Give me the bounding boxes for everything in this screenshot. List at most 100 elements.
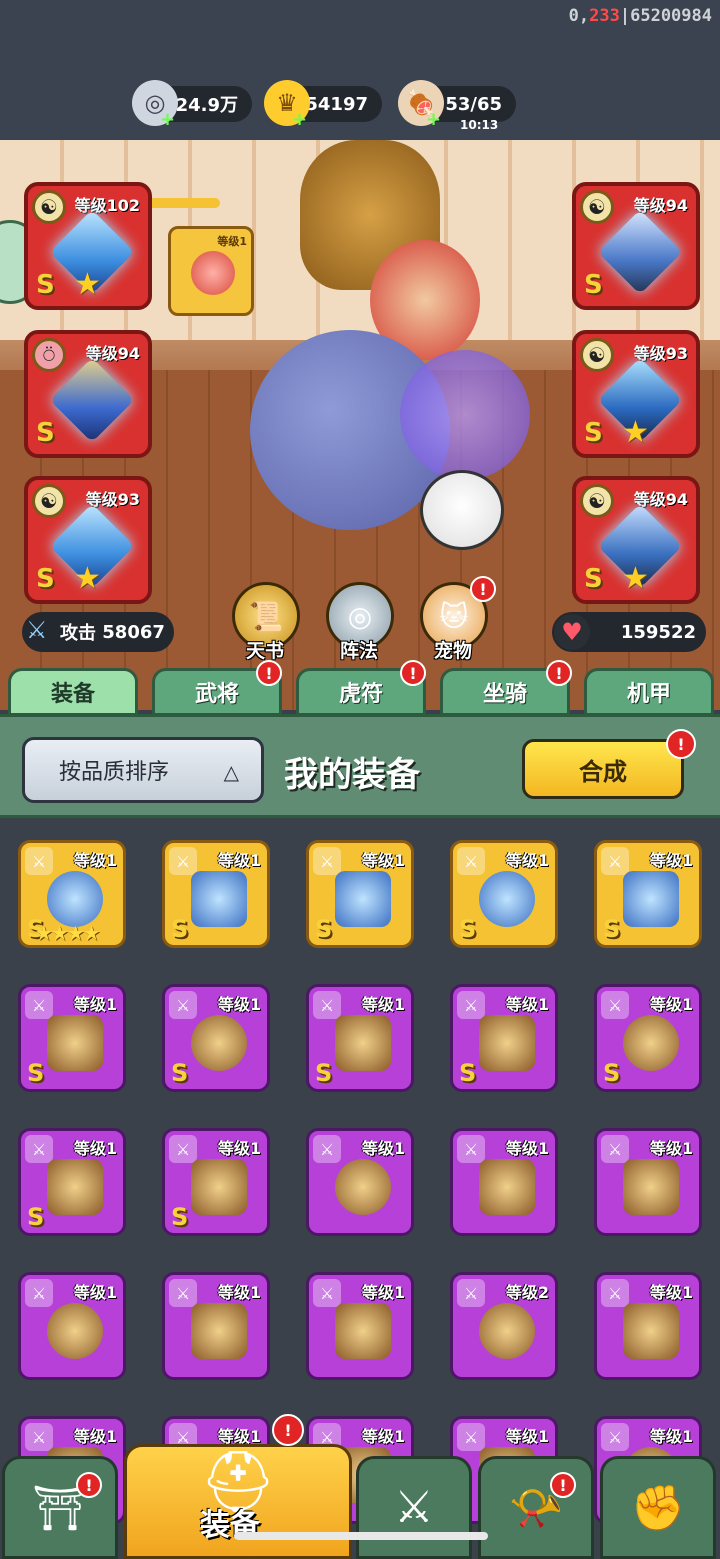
item-artwork-icon xyxy=(191,1015,247,1071)
plus-icon[interactable]: + xyxy=(160,109,175,130)
equip-slot-left-3[interactable]: ☯ 等级93 S ★ xyxy=(24,476,152,604)
item-type-icon: ⚔ xyxy=(313,1279,341,1307)
equip-slot-right-3[interactable]: ☯ 等级94 S ★ xyxy=(572,476,700,604)
companion-slot[interactable]: 等级1 xyxy=(168,226,254,316)
nav-battle[interactable]: ⚔ xyxy=(356,1456,472,1559)
grade-label: S xyxy=(27,1203,45,1231)
inventory-item[interactable]: ⚔ 等级1 S xyxy=(162,840,270,948)
inventory-item[interactable]: ⚔ 等级1 S xyxy=(18,984,126,1092)
plus-icon[interactable]: + xyxy=(426,109,441,130)
gold-value: 54197 xyxy=(305,93,368,115)
item-type-icon: ⚔ xyxy=(457,991,485,1019)
star-icon: ★ xyxy=(622,415,649,450)
inventory-header: 按品质排序 △ 我的装备 合成 ! xyxy=(0,714,720,818)
item-type-icon: ⚔ xyxy=(169,847,197,875)
item-type-icon: ⚔ xyxy=(169,991,197,1019)
nav-upgrade[interactable]: ✊ xyxy=(600,1456,716,1559)
grade-label: S xyxy=(27,1059,45,1087)
item-type-icon: ⚔ xyxy=(313,1135,341,1163)
grade-label: S xyxy=(459,1059,477,1087)
item-type-icon: ⚔ xyxy=(601,847,629,875)
merge-button[interactable]: 合成 xyxy=(522,739,684,799)
nav-shop[interactable]: ⛩ xyxy=(2,1456,118,1559)
stamina-value: 53/65 xyxy=(445,93,502,115)
grade-label: S xyxy=(171,915,189,943)
item-level: 等级1 xyxy=(505,1139,549,1158)
tianshu-label: 天书 xyxy=(246,640,285,662)
key-link-icon xyxy=(148,198,220,208)
inventory-item[interactable]: ⚔ 等级1 xyxy=(306,1272,414,1380)
item-artwork-icon xyxy=(191,871,247,927)
grade-label: S xyxy=(315,915,333,943)
item-level: 等级1 xyxy=(361,1283,405,1302)
item-type-icon: ⚔ xyxy=(457,1135,485,1163)
equip-slot-left-2[interactable]: ⍥ 等级94 S xyxy=(24,330,152,458)
item-artwork-icon xyxy=(47,1015,103,1071)
triangle-up-icon: △ xyxy=(223,760,239,784)
alert-icon: ! xyxy=(400,660,426,686)
item-level: 等级1 xyxy=(505,851,549,870)
grade-label: S xyxy=(459,915,477,943)
item-level: 等级1 xyxy=(73,1283,117,1302)
item-level: 等级1 xyxy=(649,1427,693,1446)
inventory-item[interactable]: ⚔ 等级2 xyxy=(450,1272,558,1380)
debug-prefix: 0, xyxy=(568,6,590,26)
silver-resource[interactable]: ◎ + 2324.9万 xyxy=(132,80,252,130)
alert-icon: ! xyxy=(272,1414,304,1446)
item-artwork-icon xyxy=(479,1303,535,1359)
item-type-icon: ⚔ xyxy=(457,1279,485,1307)
medal-icon: ⍥ xyxy=(32,338,66,372)
stamina-resource[interactable]: 🍖 + 53/65 10:13 xyxy=(398,80,516,132)
inventory-item[interactable]: ⚔ 等级1 S xyxy=(594,840,702,948)
grade-label: S xyxy=(603,915,621,943)
inventory-item[interactable]: ⚔ 等级1 S xyxy=(306,840,414,948)
item-level: 等级1 xyxy=(649,851,693,870)
fist-icon: ✊ xyxy=(630,1482,686,1534)
debug-suffix: |65200984 xyxy=(619,6,712,26)
equip-slot-right-2[interactable]: ☯ 等级93 S ★ xyxy=(572,330,700,458)
item-level: 等级1 xyxy=(649,1139,693,1158)
item-level: 等级1 xyxy=(217,1283,261,1302)
item-artwork-icon xyxy=(623,1303,679,1359)
inventory-item[interactable]: ⚔ 等级1 S xyxy=(450,984,558,1092)
equip-slot-left-1[interactable]: ☯ 等级102 S ★ xyxy=(24,182,152,310)
inventory-item[interactable]: ⚔ 等级1 S ★★★★ xyxy=(18,840,126,948)
inventory-item[interactable]: ⚔ 等级1 xyxy=(18,1272,126,1380)
inventory-item[interactable]: ⚔ 等级1 S xyxy=(162,1128,270,1236)
slot-level: 等级1 xyxy=(217,235,247,248)
plus-icon[interactable]: + xyxy=(292,109,307,130)
inventory-item[interactable]: ⚔ 等级1 xyxy=(594,1272,702,1380)
item-artwork-icon xyxy=(623,1159,679,1215)
item-level: 等级1 xyxy=(649,995,693,1014)
equip-slot-right-1[interactable]: ☯ 等级94 S xyxy=(572,182,700,310)
item-type-icon: ⚔ xyxy=(601,1423,629,1451)
home-indicator[interactable] xyxy=(234,1532,488,1540)
yin-yang-icon: ☯ xyxy=(32,190,66,224)
scroll-icon: 📜 xyxy=(248,599,284,633)
gold-resource[interactable]: ♛ + 54197 xyxy=(264,80,382,130)
nav-gacha[interactable]: 📯 xyxy=(478,1456,594,1559)
tab-mecha[interactable]: 机甲 xyxy=(584,668,714,716)
item-artwork-icon xyxy=(479,871,535,927)
tab-equipment[interactable]: 装备 xyxy=(8,668,138,716)
inventory-item[interactable]: ⚔ 等级1 xyxy=(162,1272,270,1380)
yin-yang-icon: ☯ xyxy=(32,484,66,518)
sort-dropdown[interactable]: 按品质排序 △ xyxy=(22,737,264,803)
inventory-item[interactable]: ⚔ 等级1 xyxy=(594,1128,702,1236)
inventory-item[interactable]: ⚔ 等级1 S xyxy=(18,1128,126,1236)
heart-icon: ♥ xyxy=(554,614,590,650)
inventory-item[interactable]: ⚔ 等级1 S xyxy=(450,840,558,948)
grade-label: S xyxy=(584,418,603,448)
cat-icon: 🐱 xyxy=(439,599,469,633)
inventory-item[interactable]: ⚔ 等级1 S xyxy=(162,984,270,1092)
inventory-item[interactable]: ⚔ 等级1 xyxy=(450,1128,558,1236)
bottom-nav: ⛩ ⛑ ⚔ 📯 ✊ xyxy=(0,1444,720,1559)
item-type-icon: ⚔ xyxy=(169,1279,197,1307)
inventory-item[interactable]: ⚔ 等级1 S xyxy=(594,984,702,1092)
item-level: 等级1 xyxy=(73,1427,117,1446)
alert-icon: ! xyxy=(256,660,282,686)
inventory-item[interactable]: ⚔ 等级1 S xyxy=(306,984,414,1092)
item-type-icon: ⚔ xyxy=(25,1279,53,1307)
item-type-icon: ⚔ xyxy=(25,991,53,1019)
inventory-item[interactable]: ⚔ 等级1 xyxy=(306,1128,414,1236)
